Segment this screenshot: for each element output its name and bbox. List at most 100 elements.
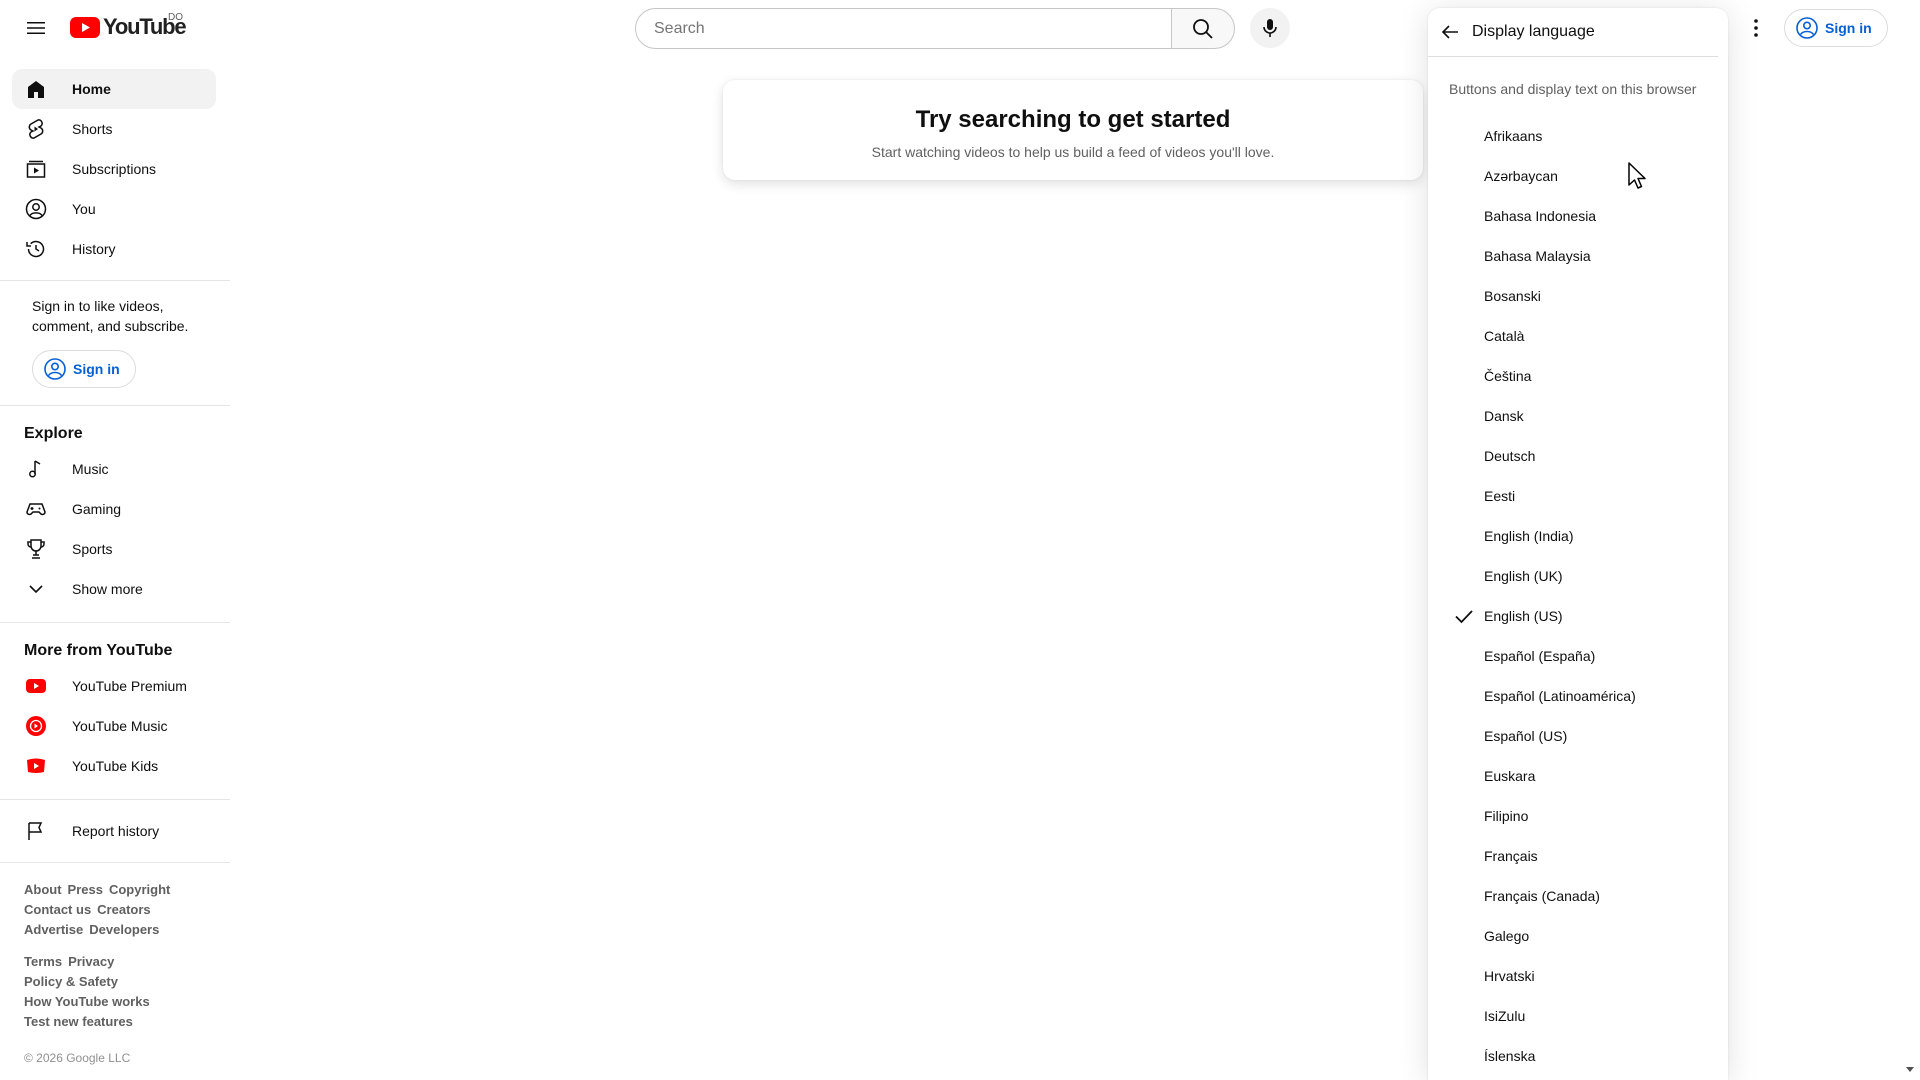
scroll-down-arrow-icon[interactable] bbox=[1905, 1064, 1915, 1074]
language-item[interactable]: English (India) bbox=[1428, 516, 1728, 556]
youtube-premium-icon bbox=[24, 674, 48, 698]
chevron-down-icon bbox=[24, 577, 48, 601]
checkmark-placeholder bbox=[1428, 356, 1484, 396]
search-button[interactable] bbox=[1171, 8, 1235, 49]
language-item[interactable]: Eesti bbox=[1428, 476, 1728, 516]
footer-link-creators[interactable]: Creators bbox=[97, 902, 150, 917]
youtube-play-logo-icon bbox=[70, 16, 100, 38]
sidebar-item-report-history[interactable]: Report history bbox=[12, 811, 216, 851]
language-label: Euskara bbox=[1484, 768, 1536, 784]
footer-link-policy-safety[interactable]: Policy & Safety bbox=[24, 974, 118, 989]
language-item[interactable]: Filipino bbox=[1428, 796, 1728, 836]
sidebar-item-music[interactable]: Music bbox=[12, 449, 216, 489]
language-item[interactable]: Afrikaans bbox=[1428, 116, 1728, 156]
language-item[interactable]: Català bbox=[1428, 316, 1728, 356]
language-item[interactable]: Hrvatski bbox=[1428, 956, 1728, 996]
language-label: Français bbox=[1484, 848, 1538, 864]
footer-link-about[interactable]: About bbox=[24, 882, 62, 897]
display-language-menu: Display language Buttons and display tex… bbox=[1428, 8, 1728, 1080]
settings-more-button[interactable] bbox=[1736, 8, 1776, 48]
sidebar-item-label: Gaming bbox=[72, 501, 122, 517]
language-item[interactable]: Dansk bbox=[1428, 396, 1728, 436]
language-item[interactable]: Français bbox=[1428, 836, 1728, 876]
history-icon bbox=[24, 237, 48, 261]
footer-link-copyright[interactable]: Copyright bbox=[109, 882, 170, 897]
language-item[interactable]: Español (España) bbox=[1428, 636, 1728, 676]
footer-link-press[interactable]: Press bbox=[68, 882, 103, 897]
display-language-header: Display language bbox=[1428, 8, 1718, 57]
shorts-icon bbox=[24, 117, 48, 141]
sidebar-item-show-more[interactable]: Show more bbox=[12, 569, 216, 609]
sidebar-item-subscriptions[interactable]: Subscriptions bbox=[12, 149, 216, 189]
search-box[interactable] bbox=[635, 8, 1172, 49]
mouse-cursor-icon bbox=[1628, 162, 1646, 189]
checkmark-placeholder bbox=[1428, 236, 1484, 276]
sidebar-item-you[interactable]: You bbox=[12, 189, 216, 229]
checkmark-placeholder bbox=[1428, 116, 1484, 156]
trophy-icon bbox=[24, 537, 48, 561]
footer-link-contact-us[interactable]: Contact us bbox=[24, 902, 91, 917]
language-label: Filipino bbox=[1484, 808, 1529, 824]
back-button[interactable] bbox=[1430, 12, 1470, 52]
copyright: © 2026 Google LLC bbox=[24, 1051, 131, 1065]
sidebar-divider bbox=[0, 622, 230, 623]
sidebar-item-sports[interactable]: Sports bbox=[12, 529, 216, 569]
youtube-music-icon bbox=[24, 714, 48, 738]
footer-link-developers[interactable]: Developers bbox=[89, 922, 159, 937]
footer-link-terms[interactable]: Terms bbox=[24, 954, 62, 969]
language-item[interactable]: Bosanski bbox=[1428, 276, 1728, 316]
footer-link-advertise[interactable]: Advertise bbox=[24, 922, 83, 937]
sidebar-sign-in-button[interactable]: Sign in bbox=[32, 350, 136, 388]
language-item[interactable]: Euskara bbox=[1428, 756, 1728, 796]
language-item[interactable]: Français (Canada) bbox=[1428, 876, 1728, 916]
sidebar-item-label: Home bbox=[72, 81, 111, 97]
sidebar-item-youtube-kids[interactable]: YouTube Kids bbox=[12, 746, 216, 786]
sidebar-item-youtube-music[interactable]: YouTube Music bbox=[12, 706, 216, 746]
checkmark-placeholder bbox=[1428, 276, 1484, 316]
language-item[interactable]: IsiZulu bbox=[1428, 996, 1728, 1036]
footer-link-how-youtube-works[interactable]: How YouTube works bbox=[24, 994, 150, 1009]
sidebar-item-shorts[interactable]: Shorts bbox=[12, 109, 216, 149]
language-item[interactable]: Bahasa Indonesia bbox=[1428, 196, 1728, 236]
language-label: Čeština bbox=[1484, 368, 1532, 384]
search-icon bbox=[1193, 18, 1213, 39]
sidebar-divider bbox=[0, 799, 230, 800]
arrow-back-icon bbox=[1441, 25, 1458, 39]
checkmark-placeholder bbox=[1428, 916, 1484, 956]
language-item[interactable]: Bahasa Malaysia bbox=[1428, 236, 1728, 276]
language-label: Afrikaans bbox=[1484, 128, 1543, 144]
language-label: Bahasa Malaysia bbox=[1484, 248, 1591, 264]
language-item[interactable]: Galego bbox=[1428, 916, 1728, 956]
language-item[interactable]: Čeština bbox=[1428, 356, 1728, 396]
language-label: Deutsch bbox=[1484, 448, 1536, 464]
language-label: Bosanski bbox=[1484, 288, 1541, 304]
footer-link-test-new-features[interactable]: Test new features bbox=[24, 1014, 133, 1029]
language-item[interactable]: Español (Latinoamérica) bbox=[1428, 676, 1728, 716]
language-label: Bahasa Indonesia bbox=[1484, 208, 1597, 224]
explore-title: Explore bbox=[24, 425, 83, 442]
language-item[interactable]: Deutsch bbox=[1428, 436, 1728, 476]
language-item[interactable]: Azərbaycan bbox=[1428, 156, 1728, 196]
checkmark-placeholder bbox=[1428, 836, 1484, 876]
footer-link-privacy[interactable]: Privacy bbox=[68, 954, 114, 969]
guide-menu-button[interactable] bbox=[16, 8, 56, 48]
language-item[interactable]: English (US) bbox=[1428, 596, 1728, 636]
sidebar-item-home[interactable]: Home bbox=[12, 69, 216, 109]
language-item[interactable]: Español (US) bbox=[1428, 716, 1728, 756]
voice-search-button[interactable] bbox=[1250, 8, 1290, 48]
sidebar-item-history[interactable]: History bbox=[12, 229, 216, 269]
checkmark-placeholder bbox=[1428, 676, 1484, 716]
sidebar-item-label: Music bbox=[72, 461, 109, 477]
language-label: Español (España) bbox=[1484, 648, 1596, 664]
search-input[interactable] bbox=[652, 18, 1172, 39]
sign-in-button[interactable]: Sign in bbox=[1784, 9, 1888, 47]
hamburger-menu-icon bbox=[27, 22, 45, 34]
sidebar-item-gaming[interactable]: Gaming bbox=[12, 489, 216, 529]
sidebar-item-youtube-premium[interactable]: YouTube Premium bbox=[12, 666, 216, 706]
more-from-youtube-title: More from YouTube bbox=[24, 642, 173, 659]
empty-feed-title: Try searching to get started bbox=[915, 106, 1231, 133]
empty-feed-card: Try searching to get started Start watch… bbox=[723, 80, 1423, 180]
language-label: Français (Canada) bbox=[1484, 888, 1600, 904]
language-item[interactable]: English (UK) bbox=[1428, 556, 1728, 596]
language-item[interactable]: Íslenska bbox=[1428, 1036, 1728, 1076]
